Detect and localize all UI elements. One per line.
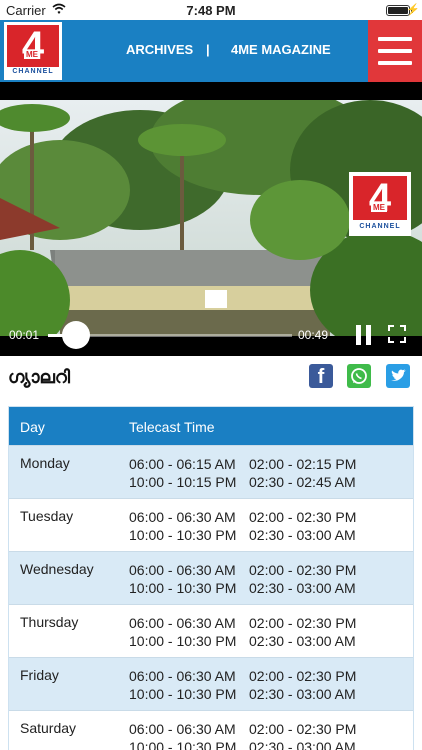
nav-separator: | [206, 42, 210, 57]
whatsapp-share-button[interactable] [347, 364, 371, 388]
column-header-day: Day [20, 419, 45, 435]
row-day: Monday [20, 455, 70, 471]
telecast-schedule-table: Day Telecast Time Monday 06:00 - 06:15 A… [8, 406, 414, 750]
channel-logo[interactable]: 4 ME CHANNEL [4, 22, 62, 80]
hamburger-icon [378, 37, 412, 41]
seek-handle[interactable] [62, 321, 90, 349]
facebook-icon: f [317, 366, 325, 388]
nav-magazine-link[interactable]: 4ME MAGAZINE [231, 42, 331, 57]
app-header: 4 ME CHANNEL ARCHIVES | 4ME MAGAZINE [0, 20, 422, 82]
charging-icon: ⚡ [406, 4, 420, 16]
menu-button[interactable] [368, 20, 422, 82]
pause-icon[interactable] [356, 325, 372, 345]
table-row: Monday 06:00 - 06:15 AM 02:00 - 02:15 PM … [9, 445, 413, 498]
row-day: Thursday [20, 614, 79, 630]
nav-archives-link[interactable]: ARCHIVES [126, 42, 193, 57]
row-day: Saturday [20, 720, 77, 736]
row-day: Tuesday [20, 508, 74, 524]
row-times: 06:00 - 06:30 AM 02:00 - 02:30 PM 10:00 -… [129, 668, 357, 702]
video-player[interactable]: 4 ME CHANNEL 00:01 00:49 [0, 82, 422, 356]
current-time: 00:01 [9, 328, 40, 342]
page-title: ഗ്യാലറി [8, 367, 71, 387]
row-times: 06:00 - 06:30 AM 02:00 - 02:30 PM 10:00 -… [129, 562, 357, 596]
row-times: 06:00 - 06:30 AM 02:00 - 02:30 PM 10:00 -… [129, 615, 357, 649]
clock: 7:48 PM [186, 3, 236, 18]
status-bar: Carrier 7:48 PM ⚡ [0, 0, 422, 20]
row-day: Wednesday [20, 561, 94, 577]
column-header-time: Telecast Time [129, 419, 215, 435]
table-header: Day Telecast Time [9, 407, 413, 445]
facebook-share-button[interactable]: f [309, 364, 333, 388]
row-times: 06:00 - 06:15 AM 02:00 - 02:15 PM 10:00 -… [129, 456, 357, 490]
table-row: Tuesday 06:00 - 06:30 AM 02:00 - 02:30 PM… [9, 498, 413, 551]
row-times: 06:00 - 06:30 AM 02:00 - 02:30 PM 10:00 -… [129, 509, 357, 543]
twitter-share-button[interactable] [386, 364, 410, 388]
duration: 00:49 [298, 328, 329, 342]
row-times: 06:00 - 06:30 AM 02:00 - 02:30 PM 10:00 -… [129, 721, 357, 750]
channel-watermark: 4 ME CHANNEL [349, 172, 411, 236]
row-day: Friday [20, 667, 59, 683]
whatsapp-icon [351, 368, 367, 384]
fullscreen-icon[interactable] [388, 325, 406, 343]
table-row: Friday 06:00 - 06:30 AM 02:00 - 02:30 PM … [9, 657, 413, 710]
twitter-icon [391, 369, 406, 381]
table-row: Saturday 06:00 - 06:30 AM 02:00 - 02:30 P… [9, 710, 413, 750]
table-row: Wednesday 06:00 - 06:30 AM 02:00 - 02:30 … [9, 551, 413, 604]
table-row: Thursday 06:00 - 06:30 AM 02:00 - 02:30 P… [9, 604, 413, 657]
video-controls: 00:01 00:49 [0, 320, 422, 350]
